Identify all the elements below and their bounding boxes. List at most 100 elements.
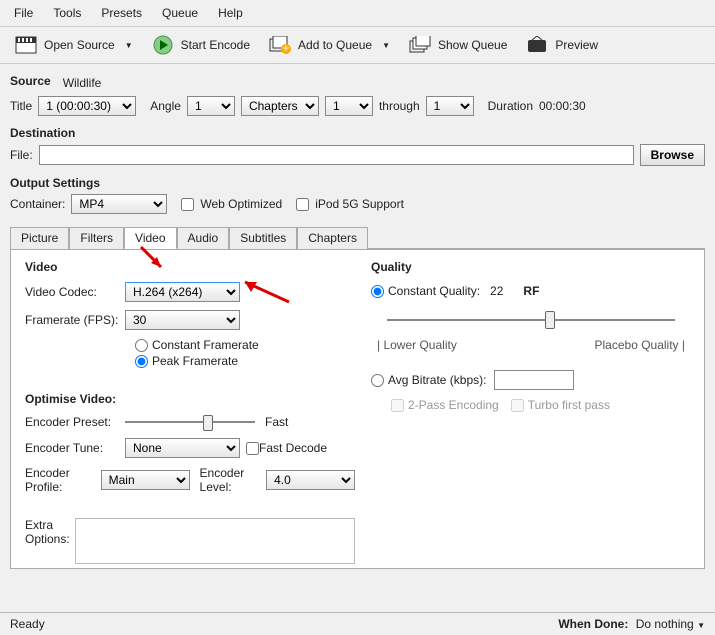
chevron-down-icon: ▼ [382,41,390,50]
menu-queue[interactable]: Queue [154,4,206,22]
browse-button[interactable]: Browse [640,144,705,166]
extra-label: Extra Options: [25,518,75,546]
fast-decode-label: Fast Decode [259,441,327,455]
optimise-label: Optimise Video: [25,392,355,406]
cq-value: 22 [490,284,503,298]
title-select[interactable]: 1 (00:00:30) [38,96,136,116]
film-icon [14,35,38,55]
web-optimized-label: Web Optimized [200,197,282,211]
statusbar: Ready When Done: Do nothing ▼ [0,612,715,635]
preview-button[interactable]: Preview [519,33,604,57]
chapters-mode-select[interactable]: Chapters [241,96,319,116]
angle-select[interactable]: 1 [187,96,235,116]
lower-quality-label: | Lower Quality [377,338,457,352]
tab-picture[interactable]: Picture [10,227,69,249]
chevron-down-icon: ▼ [697,621,705,630]
extra-options-input[interactable] [75,518,355,564]
rf-label: RF [523,284,539,298]
fps-label: Framerate (FPS): [25,313,125,327]
source-label: Source [10,74,51,88]
queue-icon [408,35,432,55]
pfr-radio[interactable] [135,355,148,368]
tune-select[interactable]: None [125,438,240,458]
title-label: Title [10,99,32,113]
menu-help[interactable]: Help [210,4,251,22]
output-section: Output Settings Container: MP4 Web Optim… [0,176,715,224]
tab-filters[interactable]: Filters [69,227,124,249]
preview-label: Preview [555,38,598,52]
preset-value: Fast [265,415,288,429]
ipod-label: iPod 5G Support [315,197,404,211]
container-select[interactable]: MP4 [71,194,167,214]
start-encode-button[interactable]: Start Encode [145,33,256,57]
profile-label: Encoder Profile: [25,466,101,494]
add-queue-icon: + [268,35,292,55]
menu-tools[interactable]: Tools [45,4,89,22]
level-label: Encoder Level: [200,466,261,494]
source-name: Wildlife [63,76,102,90]
destination-label: Destination [10,126,705,140]
preset-label: Encoder Preset: [25,415,125,429]
tabs: Picture Filters Video Audio Subtitles Ch… [10,226,705,249]
twopass-label: 2-Pass Encoding [408,398,499,412]
fps-select[interactable]: 30 [125,310,240,330]
quality-label: Quality [371,260,691,274]
codec-label: Video Codec: [25,285,125,299]
video-section-label: Video [25,260,355,274]
avg-radio[interactable] [371,374,384,387]
avg-bitrate-input[interactable] [494,370,574,390]
tab-chapters[interactable]: Chapters [297,227,368,249]
start-encode-label: Start Encode [181,38,250,52]
web-optimized-checkbox[interactable] [181,198,194,211]
turbo-checkbox [511,399,524,412]
chapter-to-select[interactable]: 1 [426,96,474,116]
chevron-down-icon: ▼ [125,41,133,50]
add-queue-label: Add to Queue [298,38,372,52]
destination-section: Destination File: Browse [0,126,715,176]
when-done-select[interactable]: Do nothing ▼ [636,617,705,631]
placebo-quality-label: Placebo Quality | [595,338,686,352]
cfr-radio[interactable] [135,339,148,352]
twopass-checkbox [391,399,404,412]
angle-label: Angle [150,99,181,113]
ipod-checkbox[interactable] [296,198,309,211]
fast-decode-checkbox[interactable] [246,442,259,455]
avg-label: Avg Bitrate (kbps): [388,373,486,387]
preset-slider[interactable] [125,414,255,430]
turbo-label: Turbo first pass [528,398,610,412]
duration-label: Duration [488,99,533,113]
cfr-label: Constant Framerate [152,338,259,352]
menubar: File Tools Presets Queue Help [0,0,715,27]
open-source-button[interactable]: Open Source ▼ [8,33,139,57]
file-label: File: [10,148,33,162]
codec-select[interactable]: H.264 (x264) [125,282,240,302]
tune-label: Encoder Tune: [25,441,125,455]
chapter-from-select[interactable]: 1 [325,96,373,116]
container-label: Container: [10,197,65,211]
level-select[interactable]: 4.0 [266,470,355,490]
show-queue-label: Show Queue [438,38,507,52]
tab-video[interactable]: Video [124,227,176,249]
play-icon [151,35,175,55]
menu-presets[interactable]: Presets [93,4,150,22]
duration-value: 00:00:30 [539,99,586,113]
show-queue-button[interactable]: Show Queue [402,33,513,57]
quality-slider[interactable] [387,308,675,332]
when-done-label: When Done: [558,617,628,631]
output-label: Output Settings [10,176,705,190]
svg-text:+: + [283,41,290,54]
cq-label: Constant Quality: [388,284,480,298]
status-ready: Ready [10,617,45,631]
file-input[interactable] [39,145,634,165]
source-section: Source Wildlife Title 1 (00:00:30) Angle… [0,64,715,126]
tab-subtitles[interactable]: Subtitles [229,227,297,249]
tab-audio[interactable]: Audio [177,227,230,249]
video-panel: Video Video Codec: H.264 (x264) Framerat… [10,249,705,569]
add-queue-button[interactable]: + Add to Queue ▼ [262,33,396,57]
through-label: through [379,99,420,113]
tv-icon [525,35,549,55]
open-source-label: Open Source [44,38,115,52]
cq-radio[interactable] [371,285,384,298]
menu-file[interactable]: File [6,4,41,22]
profile-select[interactable]: Main [101,470,190,490]
